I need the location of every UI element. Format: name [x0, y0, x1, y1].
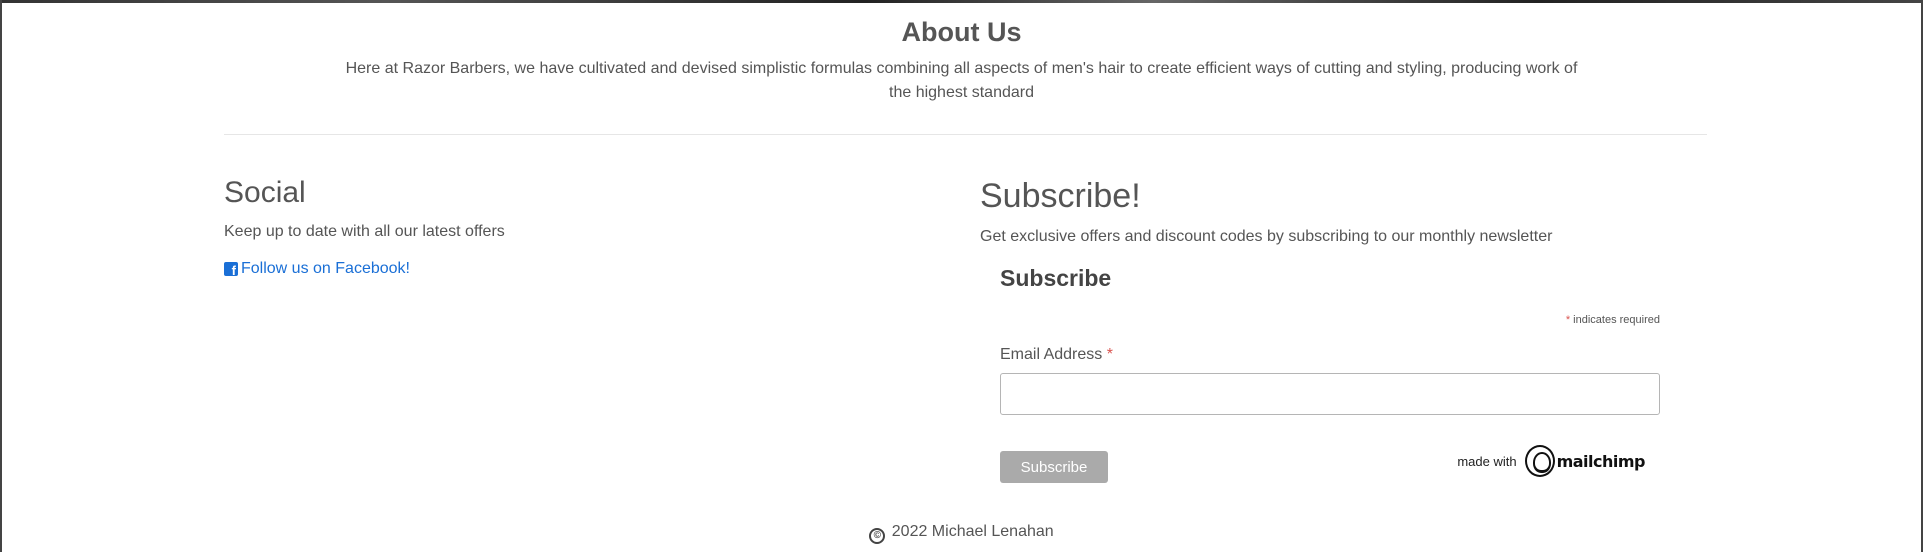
- subscribe-section: Subscribe! Get exclusive offers and disc…: [980, 176, 1700, 483]
- subscribe-button[interactable]: Subscribe: [1000, 451, 1108, 483]
- made-with-mailchimp-badge[interactable]: made with mailchimp: [1457, 445, 1646, 477]
- email-field[interactable]: [1000, 373, 1660, 415]
- about-section: About Us Here at Razor Barbers, we have …: [2, 14, 1921, 105]
- email-label-text: Email Address: [1000, 346, 1103, 363]
- made-with-text: made with: [1457, 453, 1517, 469]
- mailchimp-wordmark: mailchimp: [1556, 451, 1646, 471]
- facebook-link[interactable]: Follow us on Facebook!: [224, 260, 410, 278]
- page: About Us Here at Razor Barbers, we have …: [0, 0, 1923, 552]
- hero-image-edge: [2, 0, 1921, 3]
- form-actions: Subscribe made with mailchimp: [1000, 445, 1660, 485]
- required-note: * indicates required: [1000, 313, 1660, 327]
- facebook-link-label: Follow us on Facebook!: [241, 260, 410, 277]
- copyright-icon: ©: [869, 528, 886, 544]
- about-text: Here at Razor Barbers, we have cultivate…: [345, 60, 1578, 101]
- mailchimp-freddie-icon: [1524, 445, 1555, 477]
- subscribe-text: Get exclusive offers and discount codes …: [980, 228, 1553, 245]
- email-label: Email Address *: [1000, 344, 1660, 366]
- footer: © 2022 Michael Lenahan: [2, 521, 1921, 544]
- required-note-text: indicates required: [1570, 314, 1660, 326]
- email-required-asterisk: *: [1106, 346, 1113, 363]
- facebook-icon: [224, 262, 238, 278]
- social-text: Keep up to date with all our latest offe…: [224, 223, 505, 240]
- form-title: Subscribe: [1000, 265, 1112, 291]
- footer-text: 2022 Michael Lenahan: [891, 523, 1054, 540]
- social-section: Social Keep up to date with all our late…: [224, 173, 924, 281]
- subscribe-title: Subscribe!: [980, 177, 1141, 215]
- section-divider: [224, 134, 1707, 135]
- mailchimp-form: Subscribe * indicates required Email Add…: [1000, 263, 1660, 485]
- social-title: Social: [224, 176, 306, 209]
- about-title: About Us: [901, 17, 1022, 47]
